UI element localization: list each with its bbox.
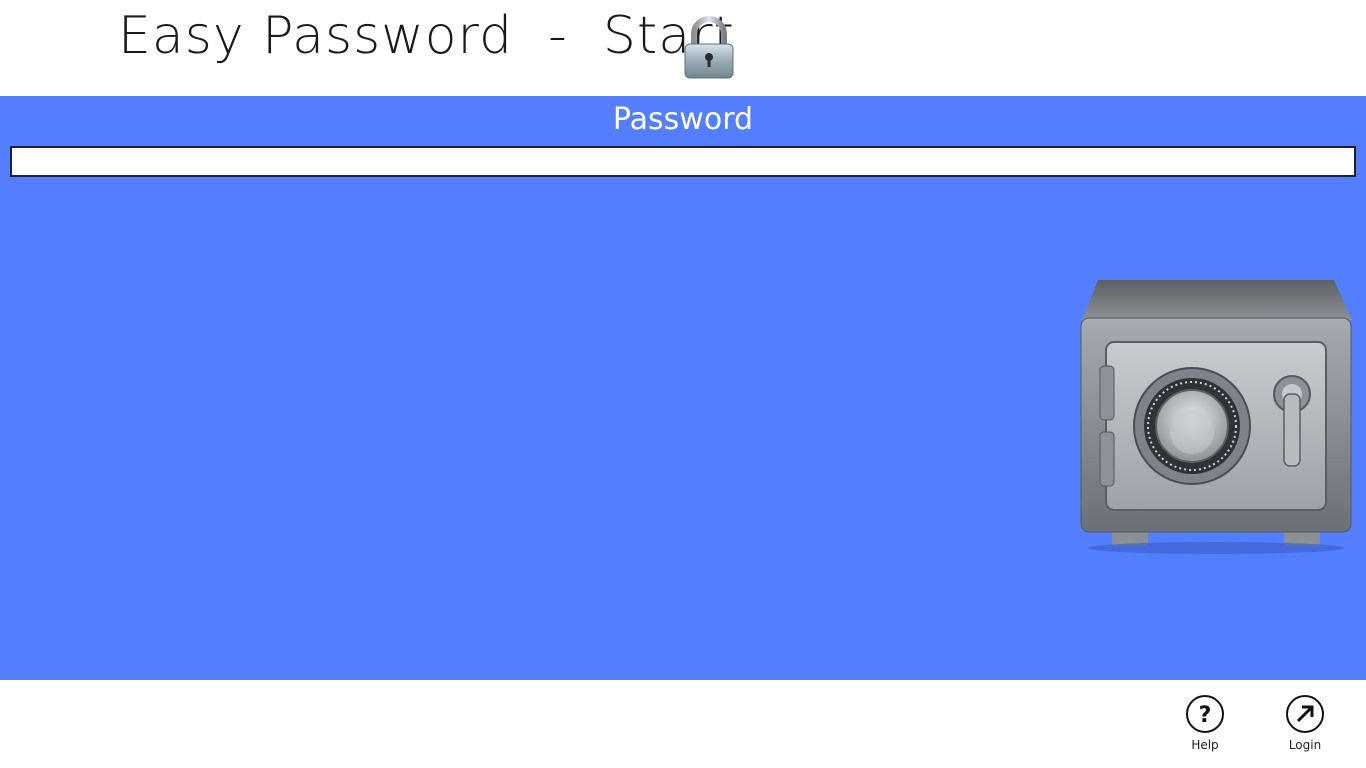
question-mark-icon: ? [1186,695,1224,733]
svg-text:?: ? [1199,703,1212,728]
safe-icon [1080,280,1352,554]
padlock-icon [684,16,734,79]
app-bar: ? Help Login [0,680,1366,768]
main-panel: Password [0,96,1366,680]
password-label: Password [612,102,754,137]
help-label: Help [1191,738,1219,752]
password-input[interactable] [10,146,1356,177]
header: Easy Password - Start [0,0,1366,96]
page-title: Easy Password - Start [118,6,735,66]
login-button[interactable]: Login [1265,694,1345,764]
arrow-up-right-icon [1286,695,1324,733]
help-button[interactable]: ? Help [1165,694,1245,764]
login-label: Login [1288,738,1322,752]
